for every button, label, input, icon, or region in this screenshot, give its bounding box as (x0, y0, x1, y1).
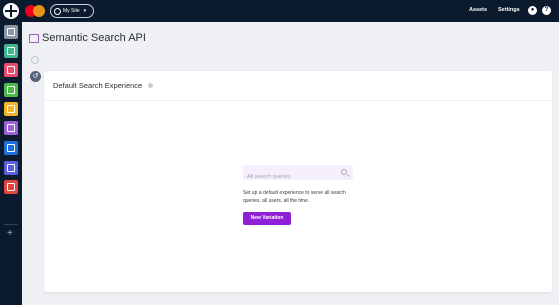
new-variation-button[interactable]: New Variation (243, 212, 291, 225)
grid-icon (7, 28, 15, 36)
site-selector[interactable]: My Site ▾ (50, 4, 94, 18)
browser-icon (7, 66, 15, 74)
app-sidebar: + (0, 22, 22, 305)
sidebar-app-users[interactable] (4, 44, 18, 58)
sidebar-app-eye[interactable] (4, 161, 18, 175)
info-icon[interactable] (31, 56, 39, 64)
description-text: Set up a default experience to serve all… (243, 190, 346, 204)
eye-icon (7, 164, 15, 172)
user-icon[interactable]: ● (528, 6, 537, 15)
shapes-icon (7, 183, 15, 191)
sidebar-app-mail[interactable] (4, 102, 18, 116)
site-selector-label: My Site (63, 8, 80, 14)
chevron-down-icon: ▾ (83, 8, 87, 14)
card-info-icon[interactable] (148, 83, 153, 88)
sidebar-app-browser[interactable] (4, 63, 18, 77)
default-experience-card: Default Search Experience Set up a defau… (44, 71, 552, 292)
sidebar-app-shapes[interactable] (4, 180, 18, 194)
assets-link[interactable]: Assets (469, 7, 487, 13)
globe-icon (54, 7, 61, 15)
users-icon (7, 47, 15, 55)
wand-icon (7, 124, 15, 132)
search-queries-field[interactable] (243, 165, 353, 185)
app-logo-icon[interactable] (3, 3, 19, 19)
search-icon (341, 169, 347, 175)
card-divider (44, 100, 552, 101)
mail-icon (7, 105, 15, 113)
search-input[interactable] (243, 169, 338, 185)
page-title: Semantic Search API (42, 32, 146, 44)
search-api-icon (29, 34, 39, 43)
sidebar-app-document[interactable] (4, 141, 18, 155)
card-title: Default Search Experience (53, 81, 143, 90)
back-icon[interactable]: ↺ (30, 71, 41, 82)
top-bar: My Site ▾ Assets Settings ● ? (0, 0, 559, 22)
sidebar-app-grid[interactable] (4, 25, 18, 39)
sidebar-divider (4, 224, 18, 225)
help-icon[interactable]: ? (542, 6, 551, 15)
add-app-icon[interactable]: + (7, 229, 13, 239)
brand-logo (25, 5, 45, 17)
settings-link[interactable]: Settings (498, 7, 520, 13)
sidebar-app-phone[interactable] (4, 83, 18, 97)
sidebar-app-wand[interactable] (4, 121, 18, 135)
phone-icon (7, 86, 15, 94)
document-icon (7, 144, 15, 152)
